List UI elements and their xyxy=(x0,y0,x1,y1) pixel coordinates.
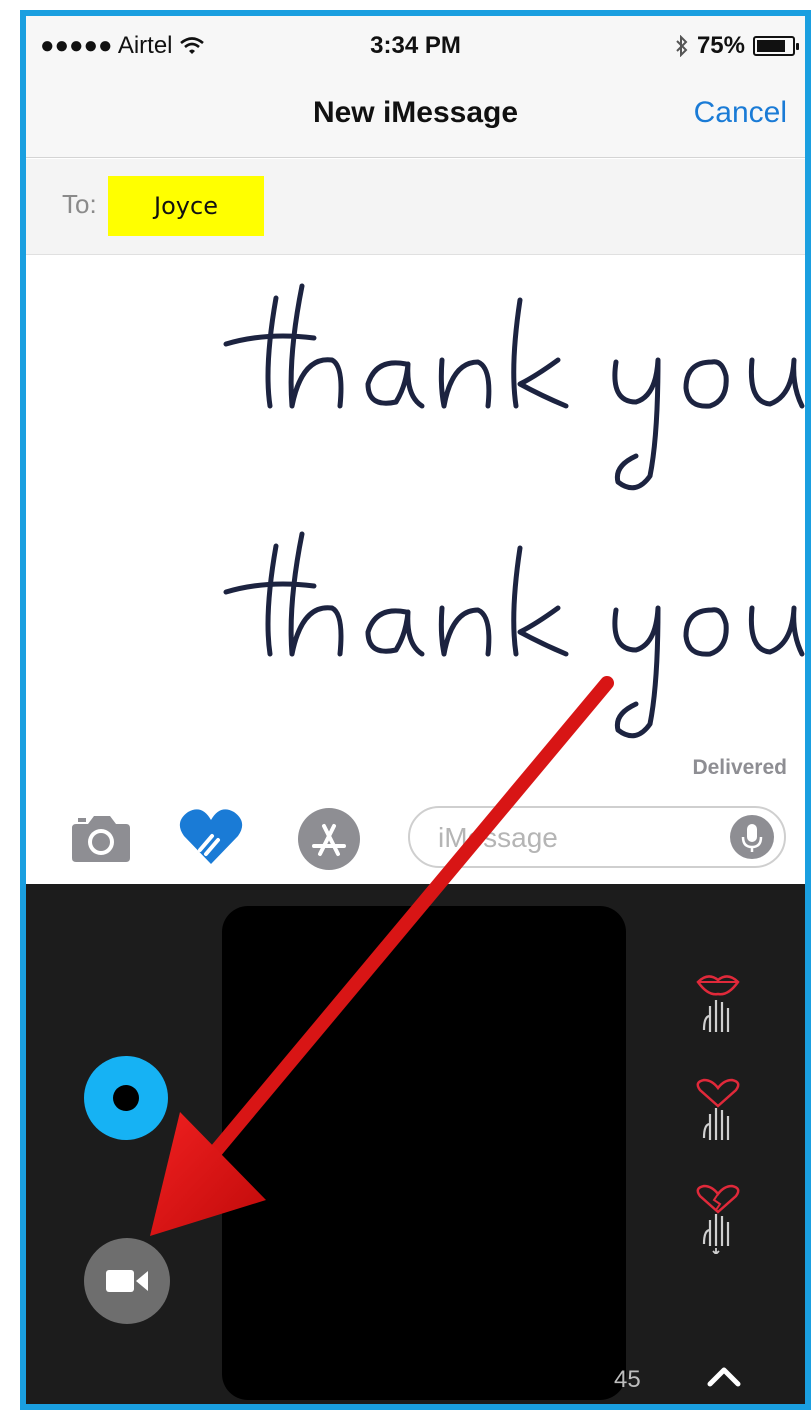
message-input-field[interactable] xyxy=(408,806,786,868)
battery-group: 75% xyxy=(675,32,799,60)
recipient-row[interactable]: To: Joyce xyxy=(26,159,805,255)
video-camera-icon xyxy=(106,1270,148,1292)
drawing-canvas[interactable] xyxy=(222,906,626,1400)
cancel-button[interactable]: Cancel xyxy=(694,96,787,130)
digital-touch-panel: 45 xyxy=(26,884,805,1404)
microphone-button[interactable] xyxy=(730,815,774,859)
navigation-bar: New iMessage Cancel xyxy=(26,66,805,158)
phone-screen: ●●●●● Airtel 3:34 PM 75% New iMessage Ca… xyxy=(26,16,805,1404)
video-button[interactable] xyxy=(84,1238,170,1324)
page-title: New iMessage xyxy=(312,96,519,129)
slide-number: 45 xyxy=(614,1366,641,1393)
microphone-icon xyxy=(741,824,763,852)
battery-icon xyxy=(753,36,799,56)
delivered-status: Delivered xyxy=(692,756,787,779)
app-store-icon[interactable] xyxy=(296,806,362,872)
to-label: To: xyxy=(62,189,97,219)
camera-icon[interactable] xyxy=(70,810,132,866)
bluetooth-icon xyxy=(676,35,688,57)
message-input[interactable] xyxy=(438,818,708,858)
color-picker-button[interactable] xyxy=(84,1056,168,1140)
kiss-gesture-icon xyxy=(696,975,740,1032)
compose-bar xyxy=(26,792,805,884)
recipient-name[interactable]: Joyce xyxy=(108,176,264,236)
chevron-up-icon[interactable] xyxy=(704,1360,744,1390)
heartbeat-gesture-icon xyxy=(696,1078,740,1140)
status-bar: ●●●●● Airtel 3:34 PM 75% xyxy=(26,16,805,66)
heart-hands-icon[interactable] xyxy=(178,806,244,868)
screenshot-frame: ●●●●● Airtel 3:34 PM 75% New iMessage Ca… xyxy=(20,10,811,1410)
heartbreak-gesture-icon xyxy=(696,1184,740,1254)
message-thread: Delivered xyxy=(26,256,805,806)
battery-percent: 75% xyxy=(696,32,745,59)
handwritten-message xyxy=(223,283,805,739)
